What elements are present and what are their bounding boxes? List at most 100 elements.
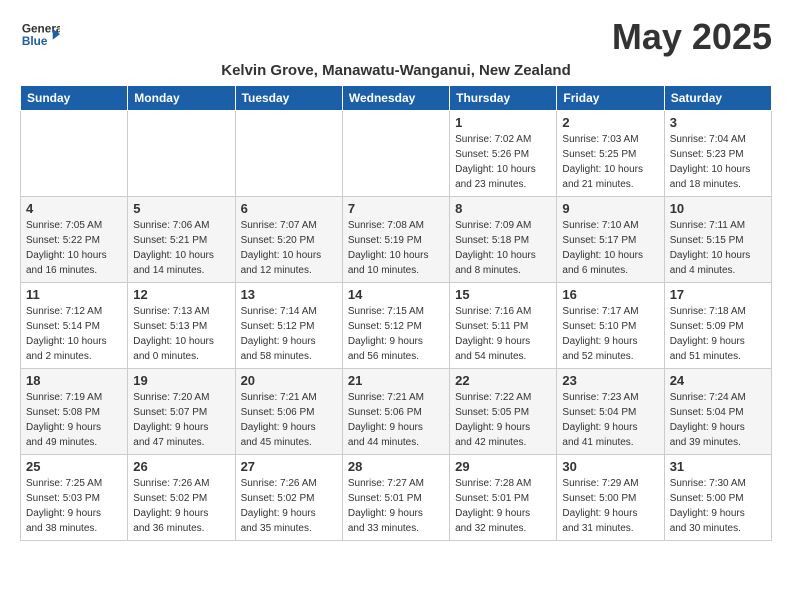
day-number: 16 (562, 287, 658, 302)
weekday-header-saturday: Saturday (664, 86, 771, 111)
day-info: Sunrise: 7:10 AM Sunset: 5:17 PM Dayligh… (562, 218, 658, 278)
calendar-day-cell (235, 111, 342, 197)
calendar-day-cell: 16 Sunrise: 7:17 AM Sunset: 5:10 PM Dayli… (557, 283, 664, 369)
day-number: 1 (455, 115, 551, 130)
day-info: Sunrise: 7:02 AM Sunset: 5:26 PM Dayligh… (455, 132, 551, 192)
day-info: Sunrise: 7:17 AM Sunset: 5:10 PM Dayligh… (562, 304, 658, 364)
day-number: 30 (562, 459, 658, 474)
day-number: 18 (26, 373, 122, 388)
calendar-header-row: SundayMondayTuesdayWednesdayThursdayFrid… (21, 86, 772, 111)
calendar-table: SundayMondayTuesdayWednesdayThursdayFrid… (20, 85, 772, 541)
calendar-day-cell: 7 Sunrise: 7:08 AM Sunset: 5:19 PM Daylig… (342, 197, 449, 283)
weekday-header-tuesday: Tuesday (235, 86, 342, 111)
weekday-header-friday: Friday (557, 86, 664, 111)
logo: General Blue (20, 16, 60, 56)
calendar-week-row: 18 Sunrise: 7:19 AM Sunset: 5:08 PM Dayli… (21, 369, 772, 455)
calendar-day-cell: 29Sunrise: 7:28 AM Sunset: 5:01 PM Dayli… (450, 455, 557, 541)
day-number: 6 (241, 201, 337, 216)
day-info: Sunrise: 7:14 AM Sunset: 5:12 PM Dayligh… (241, 304, 337, 364)
day-info: Sunrise: 7:21 AM Sunset: 5:06 PM Dayligh… (241, 390, 337, 450)
calendar-day-cell: 20Sunrise: 7:21 AM Sunset: 5:06 PM Dayli… (235, 369, 342, 455)
calendar-day-cell: 8Sunrise: 7:09 AM Sunset: 5:18 PM Daylig… (450, 197, 557, 283)
calendar-day-cell: 3Sunrise: 7:04 AM Sunset: 5:23 PM Daylig… (664, 111, 771, 197)
weekday-header-sunday: Sunday (21, 86, 128, 111)
calendar-day-cell: 1 Sunrise: 7:02 AM Sunset: 5:26 PM Daylig… (450, 111, 557, 197)
calendar-day-cell: 30Sunrise: 7:29 AM Sunset: 5:00 PM Dayli… (557, 455, 664, 541)
calendar-day-cell (21, 111, 128, 197)
day-info: Sunrise: 7:06 AM Sunset: 5:21 PM Dayligh… (133, 218, 229, 278)
day-info: Sunrise: 7:15 AM Sunset: 5:12 PM Dayligh… (348, 304, 444, 364)
day-info: Sunrise: 7:07 AM Sunset: 5:20 PM Dayligh… (241, 218, 337, 278)
day-number: 9 (562, 201, 658, 216)
day-info: Sunrise: 7:23 AM Sunset: 5:04 PM Dayligh… (562, 390, 658, 450)
day-info: Sunrise: 7:27 AM Sunset: 5:01 PM Dayligh… (348, 476, 444, 536)
day-number: 19 (133, 373, 229, 388)
page-header: General Blue May 2025 (20, 16, 772, 58)
calendar-day-cell: 23 Sunrise: 7:23 AM Sunset: 5:04 PM Dayli… (557, 369, 664, 455)
calendar-day-cell: 27 Sunrise: 7:26 AM Sunset: 5:02 PM Dayli… (235, 455, 342, 541)
day-number: 25 (26, 459, 122, 474)
calendar-day-cell: 2 Sunrise: 7:03 AM Sunset: 5:25 PM Daylig… (557, 111, 664, 197)
day-number: 27 (241, 459, 337, 474)
day-info: Sunrise: 7:25 AM Sunset: 5:03 PM Dayligh… (26, 476, 122, 536)
calendar-day-cell: 9 Sunrise: 7:10 AM Sunset: 5:17 PM Daylig… (557, 197, 664, 283)
day-number: 14 (348, 287, 444, 302)
day-number: 15 (455, 287, 551, 302)
calendar-day-cell: 22 Sunrise: 7:22 AM Sunset: 5:05 PM Dayli… (450, 369, 557, 455)
calendar-day-cell: 31 Sunrise: 7:30 AM Sunset: 5:00 PM Dayli… (664, 455, 771, 541)
calendar-day-cell (128, 111, 235, 197)
day-info: Sunrise: 7:20 AM Sunset: 5:07 PM Dayligh… (133, 390, 229, 450)
calendar-day-cell: 14 Sunrise: 7:15 AM Sunset: 5:12 PM Dayli… (342, 283, 449, 369)
day-number: 4 (26, 201, 122, 216)
day-info: Sunrise: 7:12 AM Sunset: 5:14 PM Dayligh… (26, 304, 122, 364)
day-number: 11 (26, 287, 122, 302)
day-number: 31 (670, 459, 766, 474)
calendar-week-row: 11 Sunrise: 7:12 AM Sunset: 5:14 PM Dayli… (21, 283, 772, 369)
day-info: Sunrise: 7:18 AM Sunset: 5:09 PM Dayligh… (670, 304, 766, 364)
day-number: 22 (455, 373, 551, 388)
day-number: 5 (133, 201, 229, 216)
day-number: 13 (241, 287, 337, 302)
weekday-header-thursday: Thursday (450, 86, 557, 111)
day-info: Sunrise: 7:22 AM Sunset: 5:05 PM Dayligh… (455, 390, 551, 450)
day-number: 28 (348, 459, 444, 474)
day-info: Sunrise: 7:16 AM Sunset: 5:11 PM Dayligh… (455, 304, 551, 364)
calendar-day-cell: 18 Sunrise: 7:19 AM Sunset: 5:08 PM Dayli… (21, 369, 128, 455)
day-info: Sunrise: 7:11 AM Sunset: 5:15 PM Dayligh… (670, 218, 766, 278)
day-info: Sunrise: 7:19 AM Sunset: 5:08 PM Dayligh… (26, 390, 122, 450)
calendar-day-cell: 21 Sunrise: 7:21 AM Sunset: 5:06 PM Dayli… (342, 369, 449, 455)
day-number: 3 (670, 115, 766, 130)
day-info: Sunrise: 7:30 AM Sunset: 5:00 PM Dayligh… (670, 476, 766, 536)
calendar-day-cell: 28 Sunrise: 7:27 AM Sunset: 5:01 PM Dayli… (342, 455, 449, 541)
day-number: 21 (348, 373, 444, 388)
day-info: Sunrise: 7:24 AM Sunset: 5:04 PM Dayligh… (670, 390, 766, 450)
day-number: 8 (455, 201, 551, 216)
calendar-day-cell: 5 Sunrise: 7:06 AM Sunset: 5:21 PM Daylig… (128, 197, 235, 283)
day-info: Sunrise: 7:26 AM Sunset: 5:02 PM Dayligh… (241, 476, 337, 536)
day-number: 7 (348, 201, 444, 216)
day-number: 24 (670, 373, 766, 388)
day-number: 2 (562, 115, 658, 130)
calendar-day-cell: 25 Sunrise: 7:25 AM Sunset: 5:03 PM Dayli… (21, 455, 128, 541)
calendar-week-row: 4Sunrise: 7:05 AM Sunset: 5:22 PM Daylig… (21, 197, 772, 283)
calendar-day-cell: 13 Sunrise: 7:14 AM Sunset: 5:12 PM Dayli… (235, 283, 342, 369)
calendar-day-cell: 17Sunrise: 7:18 AM Sunset: 5:09 PM Dayli… (664, 283, 771, 369)
day-info: Sunrise: 7:26 AM Sunset: 5:02 PM Dayligh… (133, 476, 229, 536)
location-title: Kelvin Grove, Manawatu-Wanganui, New Zea… (20, 62, 772, 79)
calendar-day-cell: 11 Sunrise: 7:12 AM Sunset: 5:14 PM Dayli… (21, 283, 128, 369)
svg-text:Blue: Blue (22, 34, 48, 48)
day-info: Sunrise: 7:03 AM Sunset: 5:25 PM Dayligh… (562, 132, 658, 192)
day-number: 23 (562, 373, 658, 388)
weekday-header-wednesday: Wednesday (342, 86, 449, 111)
month-title: May 2025 (612, 16, 772, 58)
calendar-day-cell: 6 Sunrise: 7:07 AM Sunset: 5:20 PM Daylig… (235, 197, 342, 283)
logo-icon: General Blue (20, 16, 60, 56)
day-info: Sunrise: 7:08 AM Sunset: 5:19 PM Dayligh… (348, 218, 444, 278)
calendar-day-cell: 24 Sunrise: 7:24 AM Sunset: 5:04 PM Dayli… (664, 369, 771, 455)
day-info: Sunrise: 7:21 AM Sunset: 5:06 PM Dayligh… (348, 390, 444, 450)
calendar-day-cell: 12Sunrise: 7:13 AM Sunset: 5:13 PM Dayli… (128, 283, 235, 369)
calendar-day-cell: 10 Sunrise: 7:11 AM Sunset: 5:15 PM Dayli… (664, 197, 771, 283)
weekday-header-monday: Monday (128, 86, 235, 111)
day-number: 10 (670, 201, 766, 216)
calendar-day-cell (342, 111, 449, 197)
